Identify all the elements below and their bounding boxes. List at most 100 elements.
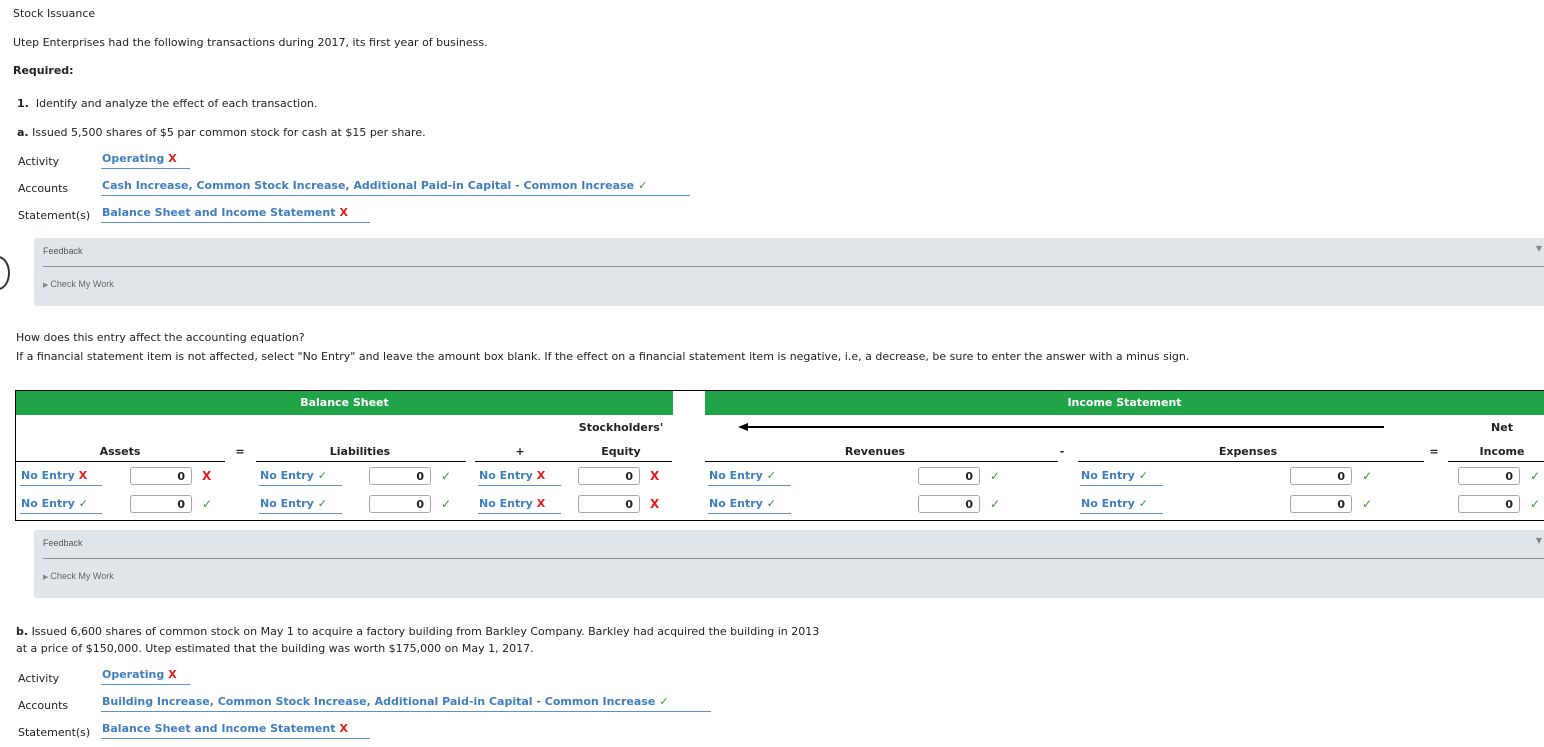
revenues-select[interactable]: No Entry ✓ xyxy=(708,469,791,486)
expand-triangle-icon: ▶ xyxy=(43,574,49,581)
liabilities-select[interactable]: No Entry ✓ xyxy=(259,497,342,514)
plus-sign: + xyxy=(515,445,525,458)
expenses-header: Expenses xyxy=(1218,445,1278,458)
check-my-work-toggle[interactable]: ▶ Check My Work xyxy=(43,279,114,289)
assets-amount-input[interactable]: 0 xyxy=(130,495,192,513)
correct-icon: ✓ xyxy=(317,497,328,510)
correct-icon: ✓ xyxy=(202,497,213,511)
equity-header: Equity xyxy=(601,445,641,458)
accounts-select-a[interactable]: Cash Increase, Common Stock Increase, Ad… xyxy=(101,179,690,196)
correct-icon: ✓ xyxy=(1530,469,1541,483)
correct-icon: ✓ xyxy=(78,497,89,510)
equity-header-top: Stockholders' xyxy=(578,421,664,434)
feedback-divider xyxy=(43,266,1544,267)
incorrect-icon: X xyxy=(536,497,546,510)
equity-amount-input[interactable]: 0 xyxy=(578,495,640,513)
equity-select[interactable]: No Entry X xyxy=(478,469,561,486)
feedback-divider xyxy=(43,558,1544,559)
select-value: No Entry xyxy=(260,497,314,510)
check-my-work-label: Check My Work xyxy=(50,279,114,289)
required-label: Required: xyxy=(13,64,74,77)
activity-select-b[interactable]: Operating X xyxy=(101,668,190,685)
correct-icon: ✓ xyxy=(766,469,777,482)
liabilities-amount-input[interactable]: 0 xyxy=(369,495,431,513)
feedback-title: Feedback xyxy=(43,246,83,256)
activity-label: Activity xyxy=(18,672,60,685)
collapse-caret-icon[interactable]: ▼ xyxy=(1536,244,1542,253)
statements-label: Statement(s) xyxy=(18,209,91,222)
page-title: Stock Issuance xyxy=(13,7,96,20)
activity-select-a[interactable]: Operating X xyxy=(101,152,190,169)
correct-icon: ✓ xyxy=(317,469,328,482)
equals-sign-2: = xyxy=(1429,445,1439,458)
equity-amount-input[interactable]: 0 xyxy=(578,467,640,485)
accounts-label: Accounts xyxy=(18,182,69,195)
correct-icon: ✓ xyxy=(441,469,452,483)
expenses-select[interactable]: No Entry ✓ xyxy=(1080,497,1163,514)
statements-label: Statement(s) xyxy=(18,726,91,739)
assets-amount-input[interactable]: 0 xyxy=(130,467,192,485)
correct-icon: ✓ xyxy=(990,497,1001,511)
equation-instruction: If a financial statement item is not aff… xyxy=(16,350,1190,363)
requirement-number: 1. xyxy=(17,97,29,110)
transaction-b-text-line1: b. Issued 6,600 shares of common stock o… xyxy=(16,625,819,638)
select-value: No Entry xyxy=(21,469,75,482)
transaction-b-text-line2: at a price of $150,000. Utep estimated t… xyxy=(16,642,534,655)
select-value: No Entry xyxy=(479,469,533,482)
assets-underline xyxy=(16,461,225,462)
assets-select[interactable]: No Entry ✓ xyxy=(20,497,102,514)
requirement-text: Identify and analyze the effect of each … xyxy=(35,97,318,110)
liabilities-amount-input[interactable]: 0 xyxy=(369,467,431,485)
equity-underline xyxy=(475,461,672,462)
correct-icon: ✓ xyxy=(1362,469,1373,483)
incorrect-icon: X xyxy=(168,152,177,165)
select-value: No Entry xyxy=(21,497,75,510)
feedback-panel-2: Feedback ▼ ▶ Check My Work xyxy=(34,530,1544,598)
correct-icon: ✓ xyxy=(990,469,1001,483)
statements-select-a[interactable]: Balance Sheet and Income Statement X xyxy=(101,206,370,223)
check-my-work-toggle[interactable]: ▶ Check My Work xyxy=(43,571,114,581)
activity-value: Operating xyxy=(102,152,165,165)
assets-select[interactable]: No Entry X xyxy=(20,469,102,486)
revenues-amount-input[interactable]: 0 xyxy=(918,495,980,513)
revenues-amount-input[interactable]: 0 xyxy=(918,467,980,485)
incorrect-icon: X xyxy=(536,469,546,482)
equity-select[interactable]: No Entry X xyxy=(478,497,561,514)
transaction-description: Issued 6,600 shares of common stock on M… xyxy=(31,625,820,638)
net-income-amount-input[interactable]: 0 xyxy=(1458,467,1520,485)
revenues-select[interactable]: No Entry ✓ xyxy=(708,497,791,514)
activity-label: Activity xyxy=(18,155,60,168)
select-value: No Entry xyxy=(1081,469,1135,482)
minus-sign: - xyxy=(1059,445,1065,458)
assets-header: Assets xyxy=(99,445,141,458)
statements-select-b[interactable]: Balance Sheet and Income Statement X xyxy=(101,722,370,739)
transaction-a-text: a. Issued 5,500 shares of $5 par common … xyxy=(17,126,426,139)
select-value: No Entry xyxy=(479,497,533,510)
collapse-caret-icon[interactable]: ▼ xyxy=(1536,536,1542,545)
incorrect-icon: X xyxy=(339,722,348,735)
correct-icon: ✓ xyxy=(659,695,669,708)
net-income-underline xyxy=(1448,461,1544,462)
left-arrow-icon xyxy=(738,423,1384,431)
expenses-amount-input[interactable]: 0 xyxy=(1290,495,1352,513)
income-statement-header: Income Statement xyxy=(705,391,1544,415)
expenses-select[interactable]: No Entry ✓ xyxy=(1080,469,1163,486)
accounts-select-b[interactable]: Building Increase, Common Stock Increase… xyxy=(101,695,711,712)
correct-icon: ✓ xyxy=(1138,497,1149,510)
table-bottom-border xyxy=(15,520,1544,521)
correct-icon: ✓ xyxy=(766,497,777,510)
revenues-underline xyxy=(705,461,1058,462)
expenses-amount-input[interactable]: 0 xyxy=(1290,467,1352,485)
select-value: No Entry xyxy=(1081,497,1135,510)
intro-text: Utep Enterprises had the following trans… xyxy=(13,36,488,49)
net-income-amount-input[interactable]: 0 xyxy=(1458,495,1520,513)
feedback-panel-1: Feedback ▼ ▶ Check My Work xyxy=(34,238,1544,306)
feedback-title: Feedback xyxy=(43,538,83,548)
liabilities-header: Liabilities xyxy=(329,445,391,458)
accounts-value: Cash Increase, Common Stock Increase, Ad… xyxy=(102,179,635,192)
correct-icon: ✓ xyxy=(1530,497,1541,511)
statements-value: Balance Sheet and Income Statement xyxy=(102,722,336,735)
expenses-underline xyxy=(1078,461,1424,462)
liabilities-select[interactable]: No Entry ✓ xyxy=(259,469,342,486)
select-value: No Entry xyxy=(709,497,763,510)
